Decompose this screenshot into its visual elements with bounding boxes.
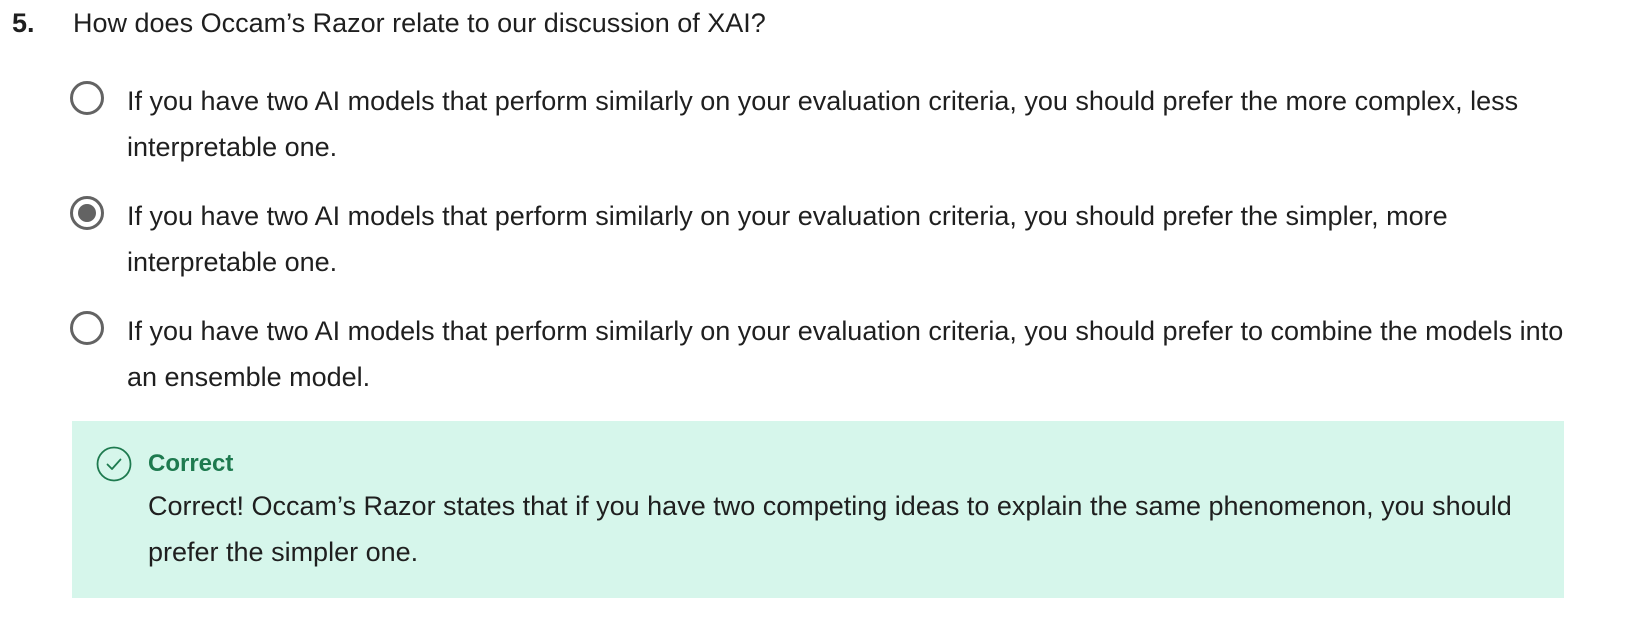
answer-option-label-2: If you have two AI models that perform s… [127, 201, 1448, 277]
feedback-title: Correct [148, 450, 234, 477]
question-header: 5. How does Occam’s Razor relate to our … [0, 0, 1630, 46]
question-number: 5. [12, 8, 35, 38]
question-text: How does Occam’s Razor relate to our dis… [73, 8, 766, 38]
radio-button-2[interactable] [70, 196, 104, 230]
answer-option-label-1: If you have two AI models that perform s… [127, 86, 1519, 162]
feedback-panel: Correct Correct! Occam’s Razor states th… [72, 421, 1564, 598]
feedback-message: Correct! Occam’s Razor states that if yo… [148, 491, 1512, 567]
answer-option-label-3: If you have two AI models that perform s… [127, 316, 1564, 392]
radio-button-1[interactable] [70, 81, 104, 115]
check-circle-icon [96, 446, 132, 482]
radio-button-3[interactable] [70, 311, 104, 345]
